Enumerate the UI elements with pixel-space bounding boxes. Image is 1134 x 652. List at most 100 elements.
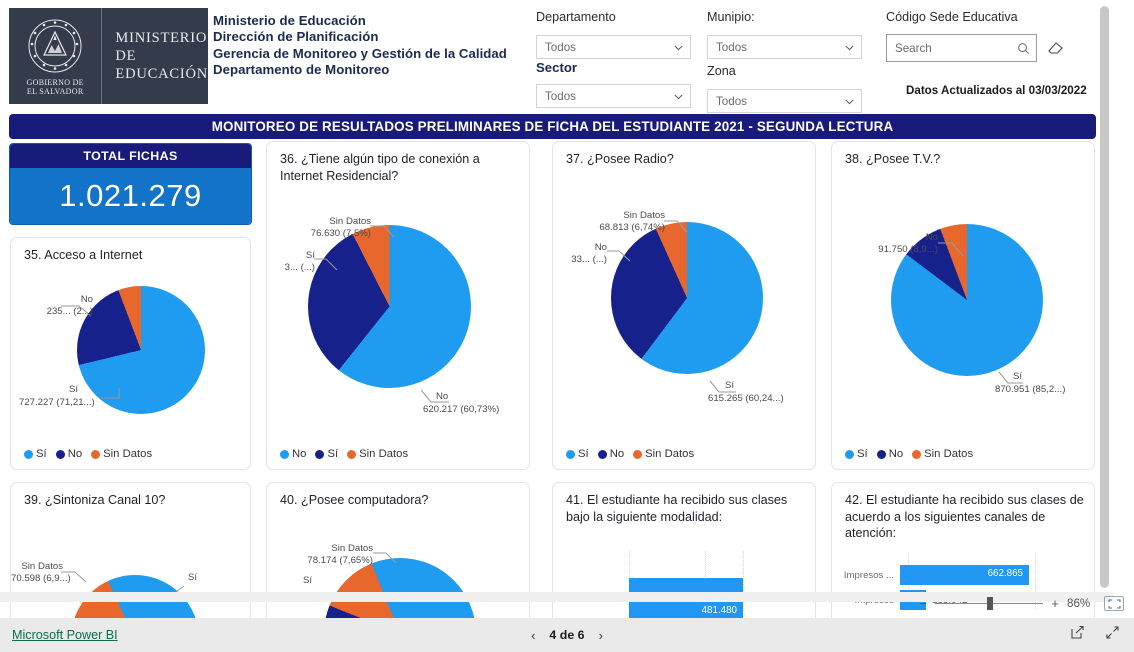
chart-36-pie[interactable] [308,225,471,388]
chart-35-legend: Sí No Sin Datos [24,448,152,460]
visual-chart-38[interactable]: 38. ¿Posee T.V.? No 91.750 (8,9...) Sí 8… [831,141,1095,470]
legend-item[interactable]: No [280,448,306,460]
chart-38-legend: Sí No Sin Datos [845,448,973,460]
chart-42-category-1: Impresos ... [843,569,894,581]
chart-37-title: 37. ¿Posee Radio? [566,152,674,166]
logo-gov-text: GOBIERNO DE EL SALVADOR [26,77,84,96]
slicer-sector[interactable]: Todos [536,84,691,108]
legend-item[interactable]: Sí [566,448,589,460]
fit-to-page-icon[interactable] [1104,596,1124,611]
footer-actions [1070,625,1120,645]
zoom-slider-thumb[interactable] [987,597,993,610]
zoom-level-label: 86% [1067,597,1091,610]
mined-logo: GOBIERNO DE EL SALVADOR MINISTERIO DE ED… [9,8,208,104]
legend-item[interactable]: No [876,448,903,460]
prev-page-button[interactable]: ‹ [531,628,535,643]
chart-39-label-sindatos: Sin Datos 70.598 (6,9...) [11,561,71,584]
report-canvas: GOBIERNO DE EL SALVADOR MINISTERIO DE ED… [0,0,1113,618]
report-title: MONITOREO DE RESULTADOS PRELIMINARES DE … [211,119,894,134]
chart-37-leader-no [607,250,631,262]
codigo-sede-search-box[interactable]: Search [886,34,1037,62]
chart-40-label-sindatos: Sin Datos 78.174 (7,65%) [307,543,373,566]
data-updated-text: Datos Actualizados al 03/03/2022 [906,84,1087,97]
chart-37-legend: Sí No Sin Datos [566,448,694,460]
search-icon [1017,42,1030,55]
chart-35-label-si-name: Sí [69,384,79,395]
legend-item[interactable]: Sin Datos [633,448,694,460]
org-line-1: Ministerio de Educación [213,13,366,28]
logo-ministry-text: MINISTERIO DE EDUCACIÓN [115,30,208,82]
chart-36-label-si: Sí 3... (...) [284,250,315,273]
total-fichas-title: TOTAL FICHAS [10,144,251,168]
chart-41-title: 41. El estudiante ha recibido sus clases… [566,493,788,524]
chart-36-leader-sindatos [370,225,395,238]
slicer-zona[interactable]: Todos [707,89,862,113]
chart-36-leader-si [314,258,338,271]
share-icon[interactable] [1070,625,1085,645]
chart-36-title: 36. ¿Tiene algún tipo de conexión a Inte… [280,152,480,183]
powerbi-report-window: GOBIERNO DE EL SALVADOR MINISTERIO DE ED… [0,0,1134,652]
legend-item[interactable]: Sí [315,448,338,460]
slicer-munipio[interactable]: Todos [707,35,862,59]
chart-40-pie[interactable] [324,558,476,618]
legend-item[interactable]: Sin Datos [912,448,973,460]
legend-dot-icon [912,449,922,459]
chart-35-label-no: No 235... (2...) [46,294,93,317]
powerbi-brand-link[interactable]: Microsoft Power BI [12,628,118,642]
organization-heading: Ministerio de Educación Dirección de Pla… [213,13,507,78]
legend-dot-icon [347,449,357,459]
chart-42-row-1[interactable]: Impresos ... 662.865 [840,565,1029,585]
chart-41-bar-value: 481.480 [701,605,737,616]
chart-42-title: 42. El estudiante ha recibido sus clases… [845,493,1084,540]
org-line-3: Gerencia de Monitoreo y Gestión de la Ca… [213,45,507,61]
legend-item[interactable]: Sin Datos [347,448,408,460]
slicer-departamento[interactable]: Todos [536,35,691,59]
visual-chart-36[interactable]: 36. ¿Tiene algún tipo de conexión a Inte… [266,141,530,470]
visual-chart-35[interactable]: 35. Acceso a Internet No 235... (2...) S… [10,237,251,470]
legend-item[interactable]: Sin Datos [91,448,152,460]
label-codigo-sede: Código Sede Educativa [886,10,1018,24]
slicer-zona-value: Todos [716,94,747,108]
page-indicator: 4 de 6 [549,628,585,642]
gridline [743,551,744,611]
chart-42-bar-1[interactable]: 662.865 [900,565,1029,585]
vertical-scrollbar[interactable] [1100,6,1109,588]
zoom-out-button[interactable]: − [918,596,928,611]
chart-37-label-si-name: Sí [725,380,735,391]
search-input[interactable]: Search [895,42,1017,55]
chart-36-label-no-value: 620.217 (60,73%) [423,404,500,415]
chart-36-legend: No Sí Sin Datos [280,448,408,460]
chart-37-pie[interactable] [611,222,763,374]
label-munipio: Munipio: [707,10,755,24]
chart-35-leader-si [101,388,120,399]
chevron-down-icon [844,42,855,53]
visual-chart-37[interactable]: 37. ¿Posee Radio? Sin Datos 68.813 (6,74… [552,141,816,470]
legend-dot-icon [597,449,607,459]
next-page-button[interactable]: › [599,628,603,643]
legend-item[interactable]: Sí [845,448,868,460]
clear-filter-eraser-icon[interactable] [1047,40,1064,55]
legend-item[interactable]: No [597,448,624,460]
chevron-down-icon [673,91,684,102]
legend-dot-icon [280,449,289,459]
chart-35-title: 35. Acceso a Internet [24,248,143,262]
total-fichas-card[interactable]: TOTAL FICHAS 1.021.279 [10,144,251,224]
total-fichas-value: 1.021.279 [59,178,202,213]
chart-40-leader-sindatos [373,552,397,564]
zoom-slider[interactable] [935,597,1043,610]
slicer-departamento-value: Todos [545,40,576,54]
total-fichas-body: 1.021.279 [10,168,251,224]
legend-item[interactable]: Sí [24,448,47,460]
chart-38-label-si-name: Sí [1013,371,1023,382]
chevron-down-icon [844,96,855,107]
fullscreen-icon[interactable] [1105,625,1120,645]
zoom-in-button[interactable]: + [1050,596,1060,611]
pie-slices [324,558,476,618]
chart-38-label-no: No 91.750 (8,9...) [878,232,938,255]
legend-item[interactable]: No [55,448,82,460]
pie-slices [611,222,763,374]
chart-36-label-sindatos: Sin Datos 76.630 (7,5%) [310,216,371,239]
chart-38-leader-no [938,242,964,257]
label-sector: Sector [536,60,578,75]
legend-dot-icon [566,449,575,459]
